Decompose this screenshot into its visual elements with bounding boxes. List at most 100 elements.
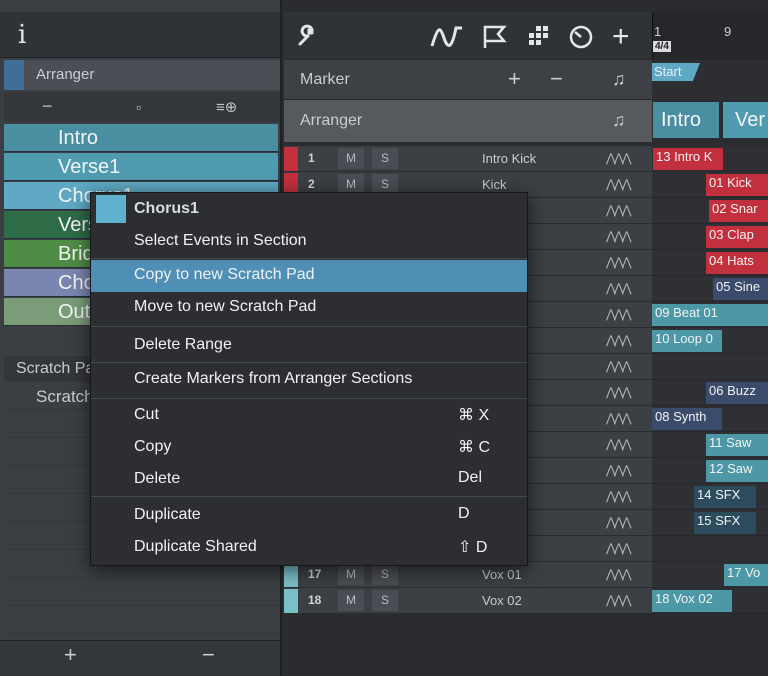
remove-section-icon[interactable]: − (42, 96, 53, 117)
remove-scratch-pad-button[interactable]: − (202, 642, 215, 668)
waveform-icon[interactable]: ⋀⋀⋀ (606, 333, 631, 347)
arranger-note-icon[interactable]: ♫ (612, 110, 626, 131)
waveform-icon[interactable]: ⋀⋀⋀ (606, 593, 631, 607)
panel-footer (0, 640, 280, 676)
ruler-bar-9: 9 (724, 24, 732, 39)
solo-button[interactable]: S (372, 590, 398, 611)
track-color-strip (284, 563, 298, 587)
track-row[interactable]: 1 M S Intro Kick ⋀⋀⋀ (284, 146, 652, 172)
clip[interactable]: 17 Vo (724, 564, 768, 586)
mute-button[interactable]: M (338, 590, 364, 611)
track-lane[interactable] (652, 536, 768, 562)
section-verse1[interactable]: Verse1 (4, 153, 278, 181)
menu-separator (91, 362, 527, 363)
menu-shortcut: D (458, 505, 470, 522)
menu-item-delete-range[interactable]: Delete Range (91, 330, 527, 362)
track-lane[interactable] (652, 354, 768, 380)
waveform-icon[interactable]: ⋀⋀⋀ (606, 515, 631, 529)
ruler-bar-1: 1 (654, 24, 662, 39)
arranger-color-swatch (4, 60, 24, 90)
menu-item-select-events-in-section[interactable]: Select Events in Section (91, 226, 527, 258)
waveform-icon[interactable]: ⋀⋀⋀ (606, 541, 631, 555)
add-marker-button[interactable]: + (508, 66, 521, 92)
mute-button[interactable]: M (338, 564, 364, 585)
menu-separator (91, 398, 527, 399)
clip[interactable]: 15 SFX (694, 512, 756, 534)
track-color-strip (284, 147, 298, 171)
clip[interactable]: 03 Clap (706, 226, 768, 248)
clip[interactable]: 06 Buzz (706, 382, 768, 404)
grid-icon[interactable] (524, 24, 550, 57)
menu-item-copy-to-new-scratch-pad[interactable]: Copy to new Scratch Pad (91, 260, 527, 292)
waveform-icon[interactable]: ⋀⋀⋀ (606, 229, 631, 243)
waveform-icon[interactable]: ⋀⋀⋀ (606, 437, 631, 451)
arranger-track-label: Arranger (300, 112, 363, 129)
track-name[interactable]: Vox 01 (482, 567, 522, 582)
menu-shortcut: ⌘ X (458, 407, 490, 424)
track-row[interactable]: 18 M S Vox 02 ⋀⋀⋀ (284, 588, 652, 614)
clip[interactable]: 14 SFX (694, 486, 756, 508)
solo-button[interactable]: S (372, 148, 398, 169)
clip[interactable]: 13 Intro K (653, 148, 723, 170)
waveform-icon[interactable]: ⋀⋀⋀ (606, 463, 631, 477)
clip[interactable]: 05 Sine (713, 278, 768, 300)
clip[interactable]: 09 Beat 01 (652, 304, 768, 326)
clip[interactable]: 01 Kick (706, 174, 768, 196)
mute-button[interactable]: M (338, 148, 364, 169)
waveform-icon[interactable]: ⋀⋀⋀ (606, 151, 631, 165)
solo-button[interactable]: S (372, 564, 398, 585)
track-number: 17 (308, 567, 322, 581)
clip[interactable]: 04 Hats (706, 252, 768, 274)
menu-item-create-markers-from-arranger-sections[interactable]: Create Markers from Arranger Sections (91, 364, 527, 396)
automation-icon[interactable] (430, 24, 464, 57)
clip[interactable]: 08 Synth (652, 408, 722, 430)
waveform-icon[interactable]: ⋀⋀⋀ (606, 359, 631, 373)
marker-flag-icon[interactable] (482, 24, 508, 57)
waveform-icon[interactable]: ⋀⋀⋀ (606, 255, 631, 269)
info-icon[interactable]: i (18, 20, 26, 50)
timeline-ruler[interactable] (652, 12, 768, 60)
section-color-swatch (96, 195, 126, 223)
remove-marker-button[interactable]: − (550, 66, 563, 92)
waveform-icon[interactable]: ⋀⋀⋀ (606, 489, 631, 503)
track-color-strip (284, 589, 298, 613)
track-name[interactable]: Intro Kick (482, 151, 536, 166)
arranger-block-verse[interactable]: Ver (723, 102, 768, 138)
add-icon[interactable]: + (612, 20, 630, 54)
info-bar (0, 12, 280, 58)
add-section-icon[interactable]: ≡⊕ (216, 98, 237, 116)
menu-shortcut: ⇧ D (458, 539, 488, 556)
start-marker[interactable]: Start (652, 63, 700, 81)
clip[interactable]: 18 Vox 02 (652, 590, 732, 612)
waveform-icon[interactable]: ⋀⋀⋀ (606, 203, 631, 217)
track-name[interactable]: Kick (482, 177, 507, 192)
marker-note-icon[interactable]: ♫ (612, 69, 626, 90)
track-number: 2 (308, 177, 315, 191)
waveform-icon[interactable]: ⋀⋀⋀ (606, 281, 631, 295)
clip[interactable]: 02 Snar (709, 200, 768, 222)
waveform-icon[interactable]: ⋀⋀⋀ (606, 385, 631, 399)
context-menu-title: Chorus1 (134, 200, 199, 217)
marker-label: Marker (300, 71, 350, 88)
waveform-icon[interactable]: ⋀⋀⋀ (606, 307, 631, 321)
clip[interactable]: 11 Saw (706, 434, 768, 456)
empty-row (4, 580, 280, 606)
add-scratch-pad-button[interactable]: + (64, 642, 77, 668)
track-name[interactable]: Vox 02 (482, 593, 522, 608)
clip[interactable]: 12 Saw (706, 460, 768, 482)
arranger-block-intro[interactable]: Intro (653, 102, 719, 138)
section-intro[interactable]: Intro (4, 124, 278, 152)
wrench-icon[interactable] (296, 24, 320, 54)
menu-item-move-to-new-scratch-pad[interactable]: Move to new Scratch Pad (91, 292, 527, 324)
waveform-icon[interactable]: ⋀⋀⋀ (606, 567, 631, 581)
menu-separator (91, 326, 527, 327)
track-number: 18 (308, 593, 322, 607)
track-toolbar (284, 12, 652, 58)
clip[interactable]: 10 Loop 0 (652, 330, 722, 352)
menu-shortcut: ⌘ C (458, 439, 490, 456)
waveform-icon[interactable]: ⋀⋀⋀ (606, 411, 631, 425)
waveform-icon[interactable]: ⋀⋀⋀ (606, 177, 631, 191)
time-signature: 4/4 (653, 41, 671, 52)
clock-icon[interactable] (568, 24, 594, 57)
duplicate-section-icon[interactable]: ▫ (136, 99, 141, 115)
